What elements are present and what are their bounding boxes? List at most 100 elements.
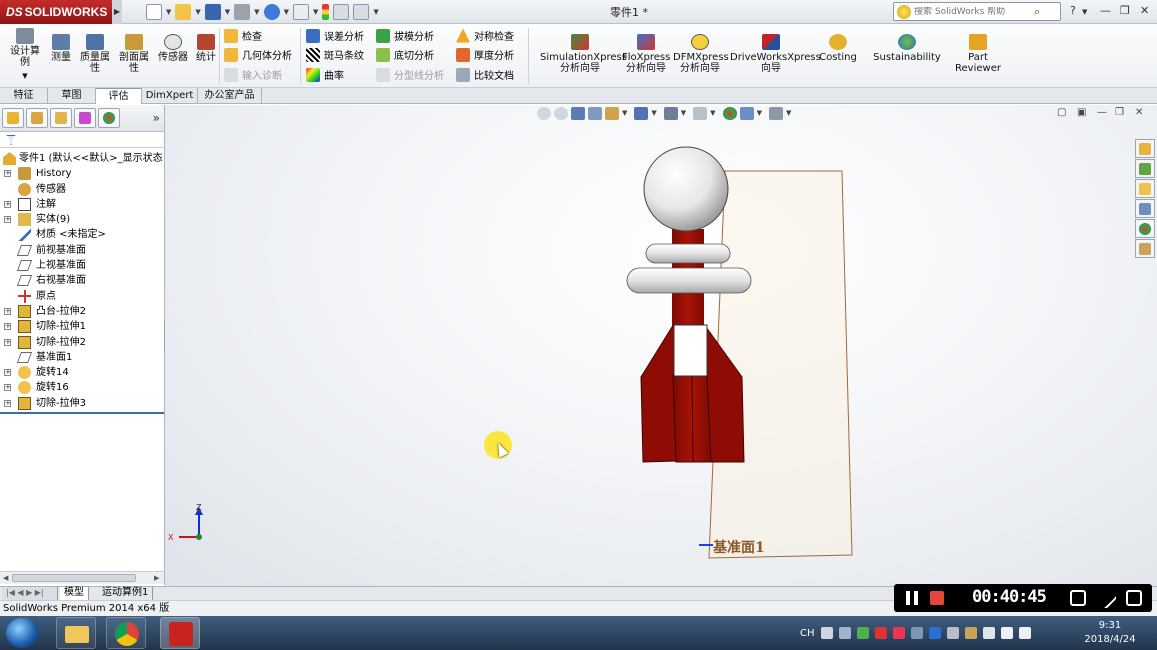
check-button[interactable]: 检查 — [224, 28, 262, 43]
model-window[interactable] — [673, 324, 708, 377]
close-window-icon[interactable]: ✕ — [1140, 4, 1149, 17]
help-search-input[interactable] — [914, 6, 1034, 17]
print-icon[interactable] — [234, 4, 251, 20]
new-document-icon[interactable] — [146, 4, 162, 20]
open-folder-icon[interactable] — [175, 4, 192, 20]
taskbar-solidworks[interactable] — [160, 617, 200, 649]
options-dropdown-icon[interactable]: ▼ — [373, 8, 378, 16]
graphics-viewport[interactable]: ▼ ▼ ▼ ▼ ▼ ▼ ▢ ▣ — ❐ ✕ Z X 基准面1 — [165, 105, 1157, 586]
geometry-analysis-button[interactable]: 几何体分析 — [224, 47, 292, 62]
tree-node[interactable]: + 实体(9) — [0, 212, 164, 227]
search-icon[interactable]: ⌕ — [1034, 5, 1050, 19]
tree-node[interactable]: + History — [0, 166, 164, 181]
property-manager-tab[interactable] — [26, 108, 48, 128]
taskbar-clock[interactable]: 9:31 2018/4/24 — [1080, 619, 1140, 647]
tab-model[interactable]: 模型 — [60, 587, 89, 600]
section-properties-button[interactable]: 剖面属性 — [116, 34, 152, 74]
taskbar-file-explorer[interactable] — [56, 617, 96, 649]
tree-node[interactable]: + 切除-拉伸2 — [0, 335, 164, 350]
network-signal-icon[interactable] — [1000, 627, 1013, 639]
window-mode-icon[interactable] — [1126, 590, 1142, 606]
statistics-button[interactable]: 统计 — [193, 34, 219, 63]
tree-node[interactable]: + 旋转16 — [0, 380, 164, 395]
simulationxpress-button[interactable]: SimulationXpress 分析向导 — [540, 34, 627, 74]
select-pointer-icon[interactable] — [292, 4, 309, 20]
print-dropdown-icon[interactable]: ▼ — [254, 8, 259, 16]
expand-toggle-icon[interactable]: + — [4, 200, 11, 208]
display-icon[interactable] — [910, 627, 923, 639]
tree-node[interactable]: + 切除-拉伸3 — [0, 396, 164, 411]
design-study-dropdown-icon[interactable]: ▼ — [6, 71, 44, 82]
feature-manager-tab[interactable] — [2, 108, 24, 128]
tree-node[interactable]: 传感器 — [0, 182, 164, 197]
save-icon[interactable] — [204, 4, 221, 20]
panel-more-icon[interactable]: » — [153, 111, 160, 125]
file-properties-icon[interactable] — [333, 4, 350, 20]
mass-properties-button[interactable]: 质量属性 — [78, 34, 112, 74]
display-manager-tab[interactable] — [98, 108, 120, 128]
scrollbar-thumb[interactable] — [12, 574, 136, 582]
dimxpert-manager-tab[interactable] — [74, 108, 96, 128]
tree-node[interactable]: + 切除-拉伸1 — [0, 319, 164, 334]
undo-dropdown-icon[interactable]: ▼ — [284, 8, 289, 16]
undo-icon[interactable] — [263, 4, 280, 20]
expand-toggle-icon[interactable]: + — [4, 384, 11, 392]
sensor-button[interactable]: 传感器 — [155, 34, 191, 63]
recorder-tray-icon[interactable] — [892, 627, 905, 639]
volume-icon[interactable] — [1018, 627, 1031, 639]
minimize-window-icon[interactable]: — — [1100, 4, 1111, 17]
expand-toggle-icon[interactable]: + — [4, 216, 11, 224]
model-fin-left[interactable] — [640, 326, 678, 463]
scroll-left-icon[interactable]: ◀ — [3, 572, 8, 584]
windows-start-icon[interactable] — [6, 618, 38, 648]
pause-icon[interactable] — [906, 591, 918, 605]
symmetry-check-button[interactable]: 对称检查 — [456, 28, 514, 43]
options-icon[interactable] — [353, 4, 370, 20]
help-search-box[interactable]: ⌕ — [893, 2, 1061, 21]
driveworksxpress-button[interactable]: DriveWorksXpress 向导 — [730, 34, 821, 74]
costing-button[interactable]: Costing — [816, 34, 860, 63]
tab-features[interactable]: 特征 — [0, 88, 48, 104]
expand-toggle-icon[interactable]: + — [4, 399, 11, 407]
security-shield-icon[interactable] — [856, 627, 869, 639]
menu-flyout-arrow-icon[interactable]: ▶ — [112, 0, 122, 24]
solidworks-tray-icon[interactable] — [874, 627, 887, 639]
dfmxpress-button[interactable]: DFMXpress 分析向导 — [673, 34, 729, 74]
restore-window-icon[interactable]: ❐ — [1120, 4, 1130, 17]
expand-toggle-icon[interactable]: + — [4, 323, 11, 331]
datum-plane-label[interactable]: 基准面1 — [713, 537, 765, 557]
thickness-analysis-button[interactable]: 厚度分析 — [456, 47, 514, 62]
tree-node[interactable]: + 旋转14 — [0, 365, 164, 380]
input-language[interactable]: CH — [800, 628, 815, 639]
solidworks-logo[interactable]: DS SOLIDWORKS — [0, 0, 112, 24]
new-dropdown-icon[interactable]: ▼ — [166, 8, 171, 16]
tab-office-products[interactable]: 办公室产品 — [198, 88, 262, 104]
tree-root[interactable]: 零件1 (默认<<默认>_显示状态 — [0, 151, 164, 166]
bluetooth-icon[interactable] — [928, 627, 941, 639]
battery-icon[interactable] — [982, 627, 995, 639]
undercut-analysis-button[interactable]: 底切分析 — [376, 47, 434, 62]
tree-filter[interactable] — [0, 132, 164, 148]
rebuild-traffic-light-icon[interactable] — [322, 4, 330, 20]
expand-toggle-icon[interactable]: + — [4, 307, 11, 315]
tray-app-icon[interactable] — [838, 627, 851, 639]
help-dropdown-icon[interactable]: ▼ — [1082, 8, 1087, 16]
configuration-manager-tab[interactable] — [50, 108, 72, 128]
draft-analysis-button[interactable]: 拔模分析 — [376, 28, 434, 43]
measure-button[interactable]: 测量 — [48, 34, 74, 63]
zebra-stripes-button[interactable]: 斑马条纹 — [306, 47, 364, 62]
expand-toggle-icon[interactable]: + — [4, 369, 11, 377]
select-dropdown-icon[interactable]: ▼ — [313, 8, 318, 16]
tree-node[interactable]: 右视基准面 — [0, 273, 164, 288]
tab-dimxpert[interactable]: DimXpert — [142, 88, 198, 104]
network-drive-icon[interactable] — [946, 627, 959, 639]
expand-toggle-icon[interactable]: + — [4, 338, 11, 346]
part-reviewer-button[interactable]: Part Reviewer — [952, 34, 1004, 74]
tab-scroll-arrows-icon[interactable]: |◀ ◀ ▶ ▶| — [2, 587, 58, 600]
tree-node[interactable]: 上视基准面 — [0, 258, 164, 273]
tools-icon[interactable] — [964, 627, 977, 639]
model-ring-upper[interactable] — [645, 243, 731, 264]
scroll-right-icon[interactable]: ▶ — [154, 572, 159, 584]
tree-node[interactable]: 前视基准面 — [0, 243, 164, 258]
open-dropdown-icon[interactable]: ▼ — [195, 8, 200, 16]
